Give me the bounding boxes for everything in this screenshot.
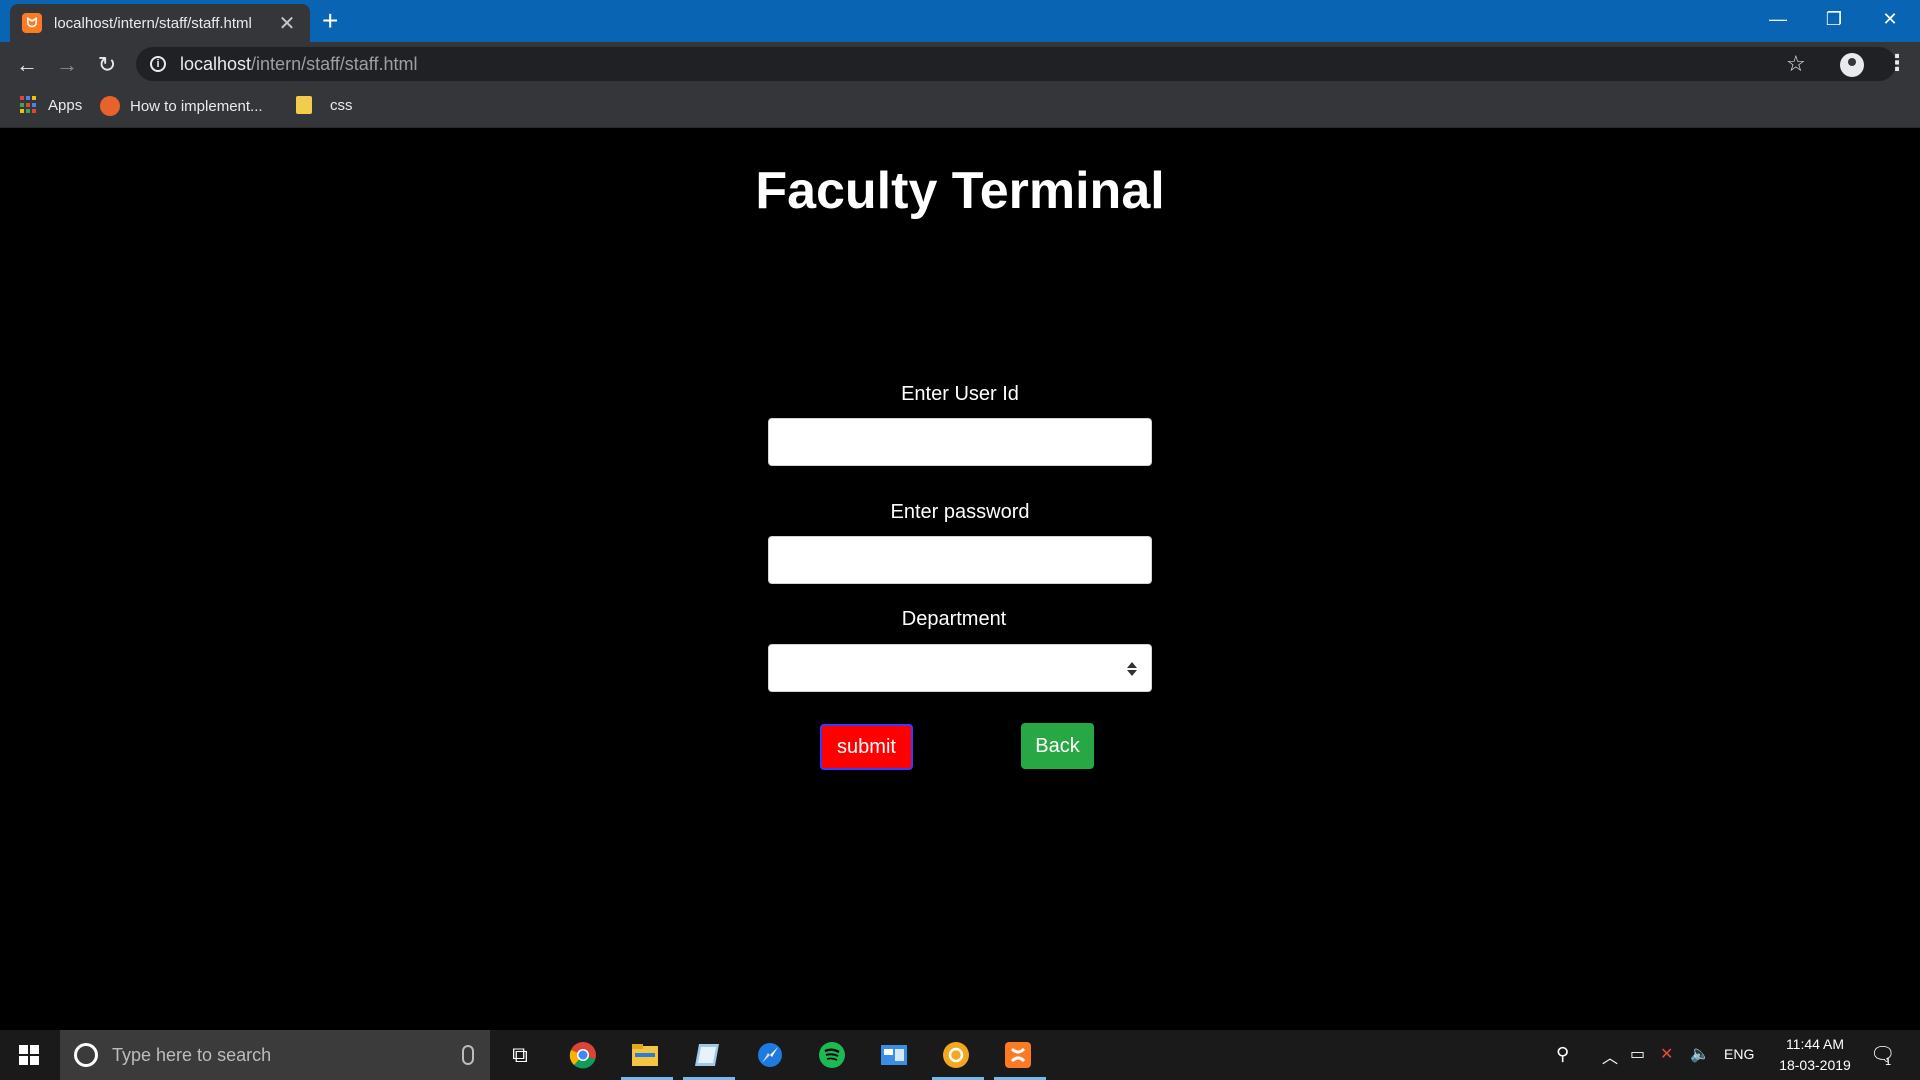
bookmark-how-to-implement[interactable]: How to implement... xyxy=(100,96,263,116)
cortana-icon xyxy=(74,1043,98,1067)
input-language[interactable]: ENG xyxy=(1724,1046,1754,1062)
safari-compass-icon[interactable] xyxy=(755,1040,785,1070)
action-center-icon[interactable]: 🗨 xyxy=(1870,1042,1895,1067)
bookmark-label: Apps xyxy=(48,96,83,114)
xampp-favicon-icon: ᗢ xyxy=(22,13,42,33)
windows-logo-icon xyxy=(19,1045,39,1065)
page-body: Faculty Terminal Enter User Id Enter pas… xyxy=(0,129,1920,1030)
user-id-label: Enter User Id xyxy=(901,383,1019,405)
tab-title: localhost/intern/staff/staff.html xyxy=(54,14,252,32)
task-view-icon[interactable]: ⧉ xyxy=(505,1040,535,1070)
bookmark-label: css xyxy=(330,96,353,114)
chrome-icon[interactable] xyxy=(568,1040,598,1070)
browser-toolbar: ← → ↻ i localhost/intern/staff/staff.htm… xyxy=(0,42,1920,86)
volume-icon[interactable]: 🔈 xyxy=(1690,1044,1710,1064)
network-disconnected-icon[interactable]: ✕ xyxy=(1660,1044,1673,1064)
address-bar[interactable]: i localhost/intern/staff/staff.html xyxy=(136,47,1896,81)
bookmark-star-icon[interactable]: ☆ xyxy=(1786,51,1806,77)
bookmarks-bar: Apps How to implement... css xyxy=(0,86,1920,128)
reload-icon[interactable]: ↻ xyxy=(92,50,122,80)
department-select[interactable] xyxy=(768,644,1152,692)
bookmark-label: How to implement... xyxy=(130,97,263,115)
close-window-icon[interactable]: ✕ xyxy=(1862,0,1918,38)
password-label: Enter password xyxy=(890,501,1030,523)
page-title: Faculty Terminal xyxy=(755,162,1165,220)
clock-time: 11:44 AM xyxy=(1785,1036,1845,1052)
system-clock[interactable]: 11:44 AM 18-03-2019 xyxy=(1770,1034,1860,1076)
taskbar-search[interactable]: Type here to search xyxy=(60,1030,490,1080)
folder-icon xyxy=(296,96,312,114)
tab-close-icon[interactable]: ✕ xyxy=(276,11,298,36)
browser-titlebar: ᗢ localhost/intern/staff/staff.html ✕ + … xyxy=(0,0,1920,42)
clock-date: 18-03-2019 xyxy=(1779,1057,1851,1073)
notes-app-icon[interactable] xyxy=(692,1040,722,1070)
bookmark-css[interactable]: css xyxy=(296,96,353,114)
url-path: /intern/staff/staff.html xyxy=(251,53,418,74)
start-button[interactable] xyxy=(0,1030,58,1080)
forward-arrow-icon[interactable]: → xyxy=(52,50,82,80)
file-explorer-icon[interactable] xyxy=(630,1040,660,1070)
profile-avatar-icon[interactable] xyxy=(1840,53,1864,77)
select-arrows-icon xyxy=(1127,659,1137,679)
notification-count: 1 xyxy=(1885,1056,1892,1068)
browser-menu-icon[interactable]: ⋮ xyxy=(1886,50,1908,76)
windows-taskbar: Type here to search ⧉ ⚲ ︿ ▭ ✕ 🔈 ENG 11:4… xyxy=(0,1030,1920,1080)
minimize-icon[interactable]: — xyxy=(1750,0,1806,38)
search-placeholder: Type here to search xyxy=(112,1044,272,1065)
browser-tab[interactable]: ᗢ localhost/intern/staff/staff.html ✕ xyxy=(10,4,310,42)
people-icon[interactable]: ⚲ xyxy=(1556,1044,1569,1065)
user-id-input[interactable] xyxy=(768,418,1152,466)
back-arrow-icon[interactable]: ← xyxy=(12,50,42,80)
url-host: localhost xyxy=(180,53,252,74)
submit-button[interactable]: submit xyxy=(820,724,913,770)
apps-grid-icon xyxy=(20,96,38,114)
restore-icon[interactable]: ❐ xyxy=(1806,0,1862,38)
spotify-icon[interactable] xyxy=(817,1040,847,1070)
battery-icon[interactable]: ▭ xyxy=(1630,1044,1645,1064)
new-tab-button[interactable]: + xyxy=(322,6,338,36)
xampp-icon[interactable] xyxy=(1003,1040,1033,1070)
show-hidden-icons-icon[interactable]: ︿ xyxy=(1602,1044,1618,1068)
password-input[interactable] xyxy=(768,536,1152,584)
circle-app-icon[interactable] xyxy=(941,1040,971,1070)
control-panel-icon[interactable] xyxy=(879,1040,909,1070)
bookmark-apps[interactable]: Apps xyxy=(20,96,82,114)
microphone-icon[interactable] xyxy=(462,1045,474,1065)
info-icon[interactable]: i xyxy=(150,56,166,72)
orange-site-icon xyxy=(100,96,120,116)
department-label: Department xyxy=(901,608,1007,630)
back-button[interactable]: Back xyxy=(1021,723,1094,769)
